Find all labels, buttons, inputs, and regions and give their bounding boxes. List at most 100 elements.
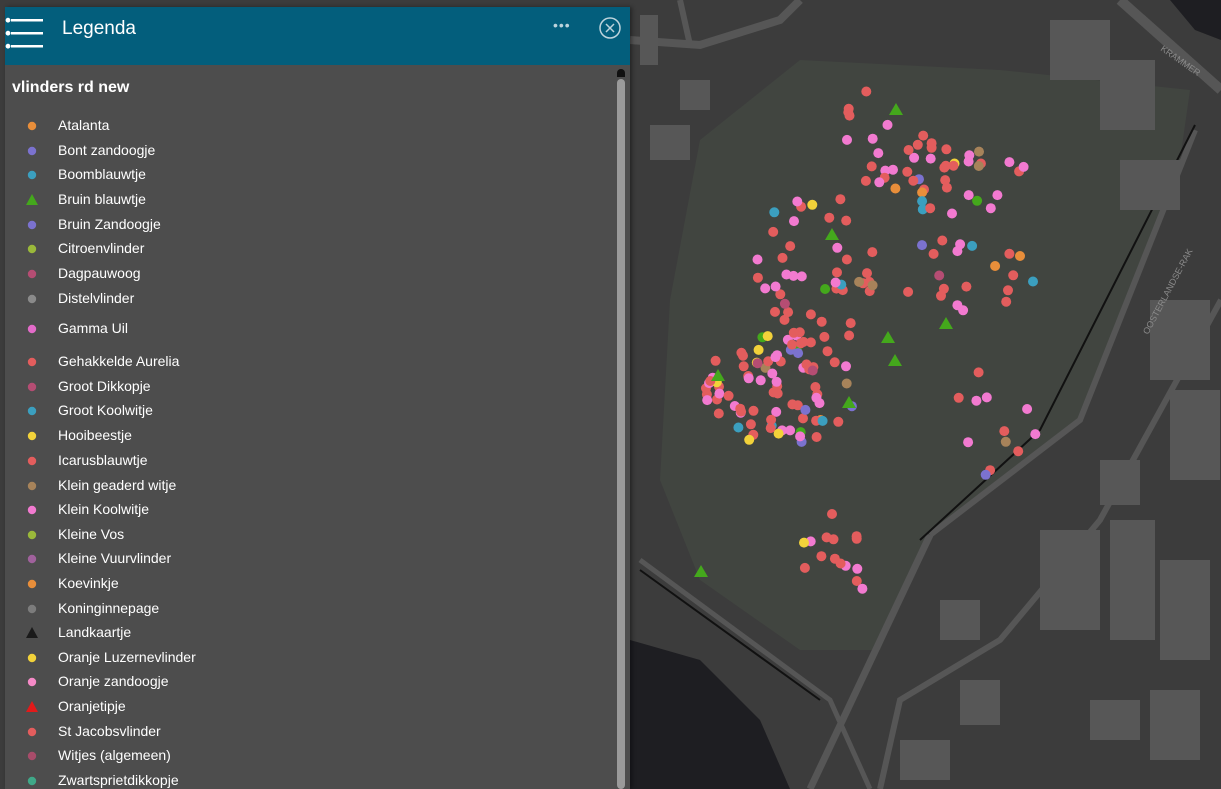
observation-marker[interactable] [792,196,803,207]
observation-marker[interactable] [744,434,755,445]
observation-marker[interactable] [918,130,929,141]
observation-marker[interactable] [816,551,827,562]
observation-marker[interactable] [854,276,865,287]
observation-marker[interactable] [873,148,884,159]
observation-marker[interactable] [867,280,878,291]
observation-marker[interactable] [844,330,855,341]
observation-marker[interactable] [980,469,991,480]
legend-scrollbar[interactable] [612,65,630,789]
observation-marker[interactable] [745,419,756,430]
observation-marker[interactable] [973,161,984,171]
observation-marker[interactable] [738,350,748,361]
observation-marker[interactable] [770,352,781,363]
observation-marker[interactable] [1013,446,1024,457]
observation-marker[interactable] [902,166,913,177]
observation-marker[interactable] [882,119,893,130]
observation-marker[interactable] [845,318,856,329]
observation-marker[interactable] [817,415,828,426]
observation-marker[interactable] [769,207,780,218]
observation-marker[interactable] [1015,251,1025,261]
observation-marker[interactable] [917,187,928,198]
observation-marker[interactable] [952,300,963,311]
observation-marker[interactable] [936,290,946,301]
observation-marker[interactable] [842,134,852,145]
observation-marker[interactable] [800,404,811,415]
observation-marker[interactable] [973,367,984,378]
observation-marker[interactable] [908,175,919,186]
close-icon[interactable] [598,16,622,40]
observation-marker[interactable] [824,212,835,223]
observation-marker[interactable] [841,361,851,372]
observation-marker[interactable] [857,583,868,594]
observation-marker[interactable] [795,431,806,442]
observation-marker[interactable] [772,388,783,399]
observation-marker[interactable] [903,145,914,155]
observation-marker[interactable] [753,344,764,355]
observation-marker[interactable] [833,416,844,427]
observation-marker[interactable] [851,533,862,544]
observation-marker[interactable] [810,382,821,392]
observation-marker[interactable] [890,183,901,194]
observation-marker[interactable] [1004,157,1015,168]
observation-marker[interactable] [832,242,843,253]
observation-marker[interactable] [941,182,952,193]
observation-marker[interactable] [787,339,797,350]
observation-marker[interactable] [1000,436,1011,447]
observation-marker[interactable] [752,358,763,369]
observation-marker[interactable] [964,150,975,161]
observation-marker[interactable] [702,395,713,406]
observation-marker[interactable] [912,139,923,150]
observation-marker[interactable] [967,240,978,251]
observation-marker[interactable] [852,563,863,574]
observation-marker[interactable] [798,413,808,424]
observation-marker[interactable] [762,331,773,342]
observation-marker[interactable] [748,405,759,416]
observation-marker[interactable] [903,286,914,297]
menu-icon[interactable] [5,17,45,51]
observation-marker[interactable] [710,355,721,366]
observation-marker[interactable] [1004,248,1015,259]
observation-marker[interactable] [760,283,771,294]
observation-marker[interactable] [999,426,1010,437]
observation-marker[interactable] [807,199,818,210]
more-options-icon[interactable]: ••• [553,17,571,33]
observation-marker[interactable] [799,537,809,548]
observation-marker[interactable] [811,432,822,442]
observation-marker[interactable] [805,309,816,320]
observation-marker[interactable] [866,161,877,172]
observation-marker[interactable] [947,208,957,219]
observation-marker[interactable] [752,254,763,265]
observation-marker[interactable] [828,534,839,545]
observation-marker[interactable] [961,281,972,292]
observation-marker[interactable] [827,509,837,519]
observation-marker[interactable] [767,368,778,379]
observation-marker[interactable] [770,281,781,292]
observation-marker[interactable] [888,164,898,175]
observation-marker[interactable] [829,357,840,368]
observation-marker[interactable] [807,365,818,376]
observation-marker[interactable] [860,175,871,186]
observation-marker[interactable] [928,248,939,259]
observation-marker[interactable] [844,110,855,121]
observation-marker[interactable] [766,414,777,425]
observation-marker[interactable] [714,388,725,399]
observation-marker[interactable] [867,247,878,258]
observation-marker[interactable] [773,428,784,439]
observation-marker[interactable] [787,399,798,410]
scroll-thumb[interactable] [617,79,625,789]
observation-marker[interactable] [862,268,872,279]
observation-marker[interactable] [917,240,927,251]
observation-marker[interactable] [752,272,763,283]
observation-marker[interactable] [832,267,842,278]
observation-marker[interactable] [779,298,790,309]
observation-marker[interactable] [917,196,928,207]
observation-marker[interactable] [835,558,846,569]
observation-marker[interactable] [1001,296,1012,307]
observation-marker[interactable] [723,390,734,401]
observation-marker[interactable] [925,153,936,164]
observation-marker[interactable] [743,373,754,384]
observation-marker[interactable] [755,375,766,386]
observation-marker[interactable] [1008,270,1019,281]
observation-marker[interactable] [990,261,1001,271]
observation-marker[interactable] [937,235,948,246]
